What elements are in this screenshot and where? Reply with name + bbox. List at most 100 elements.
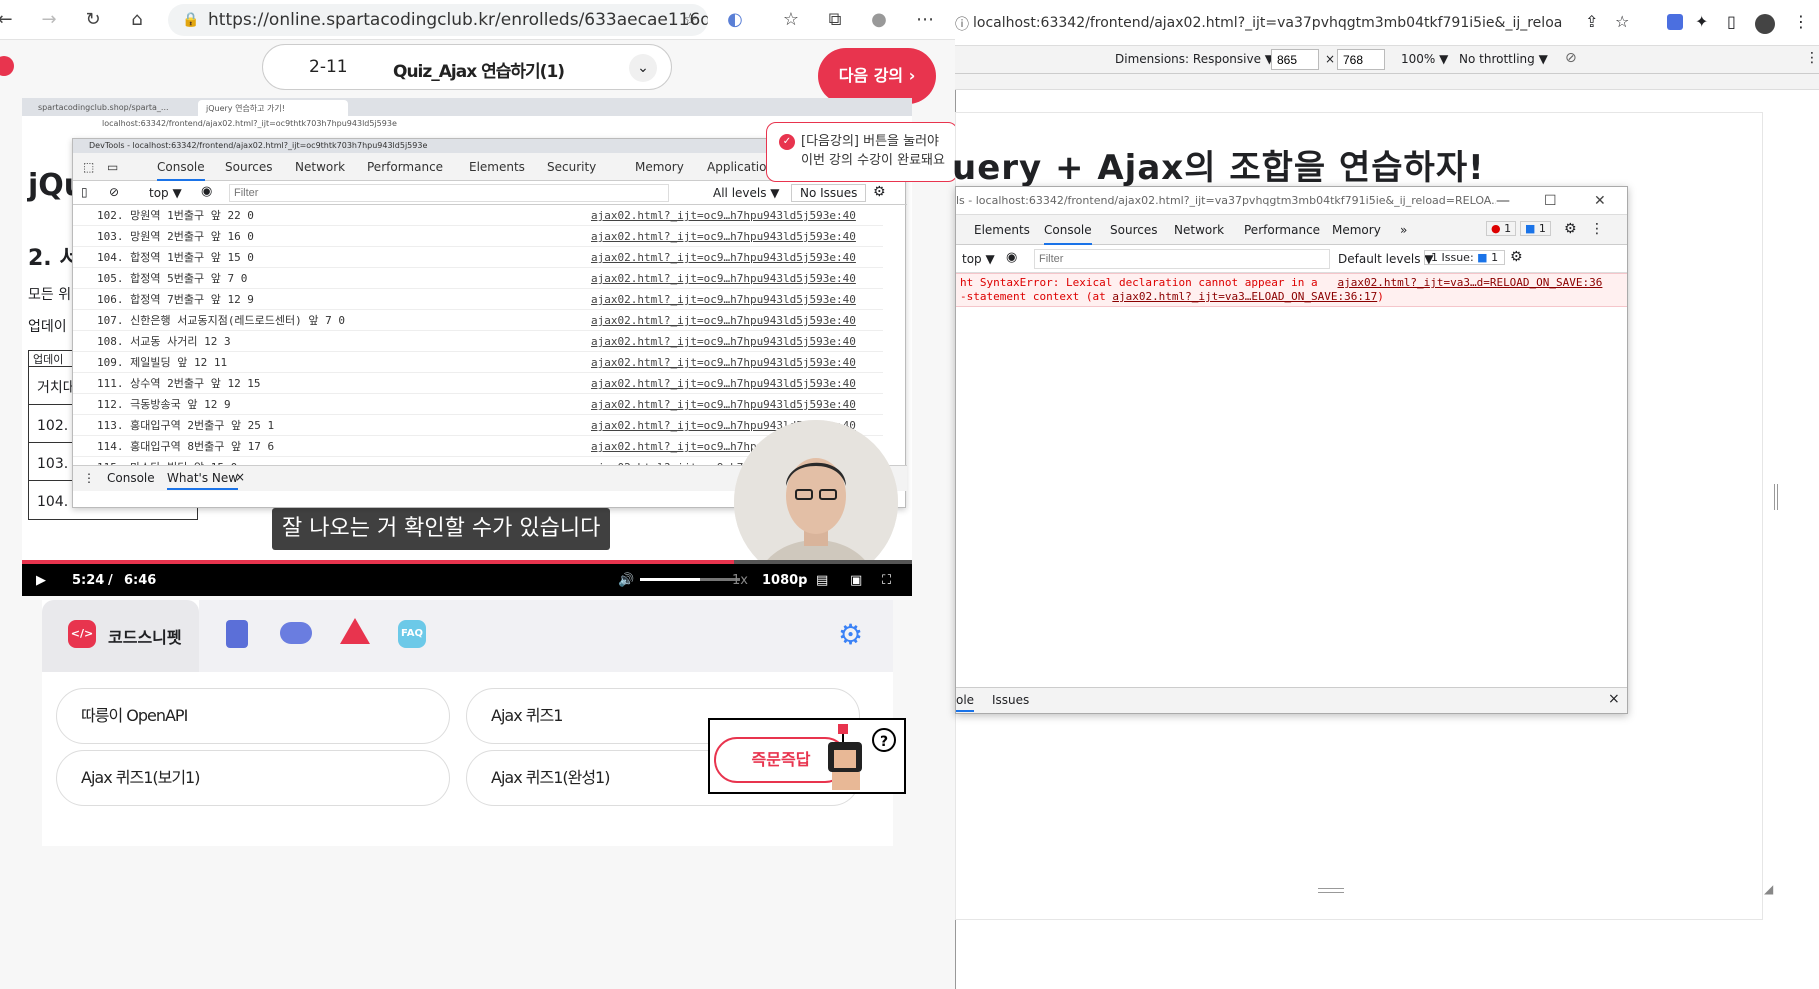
warning-icon[interactable] bbox=[340, 618, 370, 644]
console-log-source-link[interactable]: ajax02.html?_ijt=oc9…h7hpu943ld5j593e:40 bbox=[591, 331, 856, 352]
forward-icon[interactable]: → bbox=[38, 9, 60, 31]
tab-performance[interactable]: Performance bbox=[367, 160, 443, 174]
tab-network[interactable]: Network bbox=[295, 160, 345, 174]
settings-gear-icon[interactable]: ⚙ bbox=[838, 618, 863, 651]
speed-label[interactable]: 1x bbox=[732, 573, 748, 588]
drawer-tab-console[interactable]: Console bbox=[107, 471, 155, 485]
close-icon[interactable]: × bbox=[1608, 691, 1620, 707]
home-icon[interactable]: ⌂ bbox=[126, 9, 148, 31]
console-log-source-link[interactable]: ajax02.html?_ijt=oc9…h7hpu943ld5j593e:40 bbox=[591, 205, 856, 226]
resize-handle-bottom[interactable] bbox=[1318, 888, 1344, 893]
minimize-icon[interactable]: — bbox=[1496, 187, 1510, 215]
drawer-tab-whats-new[interactable]: What's New bbox=[167, 471, 239, 490]
favorites-icon[interactable]: ☆ bbox=[780, 9, 802, 31]
error-location-link[interactable]: ajax02.html?_ijt=va3…ELOAD_ON_SAVE:36:17 bbox=[1112, 290, 1377, 303]
video-progress-bar[interactable] bbox=[22, 560, 912, 564]
console-filter-input[interactable] bbox=[229, 184, 669, 202]
share-icon[interactable]: ⇪ bbox=[1585, 12, 1598, 31]
resize-handle-right[interactable] bbox=[1774, 484, 1778, 510]
collections-icon[interactable]: ⧉ bbox=[824, 9, 846, 31]
console-log-source-link[interactable]: ajax02.html?_ijt=oc9…h7hpu943ld5j593e:40 bbox=[591, 352, 856, 373]
inner-console-log[interactable]: 102. 망원역 1번출구 앞 22 0 ajax02.html?_ijt=oc9… bbox=[73, 205, 883, 465]
notes-icon[interactable] bbox=[226, 620, 248, 648]
right-url[interactable]: localhost:63342/frontend/ajax02.html?_ij… bbox=[973, 15, 1563, 31]
maximize-icon[interactable]: ☐ bbox=[1544, 187, 1557, 215]
gear-icon[interactable]: ⚙ bbox=[1564, 221, 1577, 237]
volume-icon[interactable]: 🔊 bbox=[618, 573, 634, 588]
tab-network[interactable]: Network bbox=[1174, 223, 1224, 237]
tab-application[interactable]: Application bbox=[707, 160, 774, 174]
drawer-tab-issues[interactable]: Issues bbox=[992, 693, 1029, 707]
message-count-badge[interactable]: ■ 1 bbox=[1520, 221, 1551, 236]
snippet-button-quiz1-view[interactable]: Ajax 퀴즈1(보기1) bbox=[56, 750, 450, 806]
error-count-badge[interactable]: ● 1 bbox=[1486, 221, 1517, 236]
sidepanel-icon[interactable]: ▯ bbox=[1727, 12, 1736, 31]
console-log-source-link[interactable]: ajax02.html?_ijt=oc9…h7hpu943ld5j593e:40 bbox=[591, 373, 856, 394]
width-input[interactable] bbox=[1271, 49, 1319, 70]
console-settings-icon[interactable]: ⚙ bbox=[1510, 249, 1523, 265]
fullscreen-icon[interactable]: ⛶ bbox=[882, 573, 891, 588]
kebab-menu-icon[interactable]: ⋮ bbox=[1793, 12, 1809, 31]
devtools-menu-icon[interactable]: ⋮ bbox=[1590, 221, 1604, 237]
menu-icon[interactable]: ⋯ bbox=[914, 9, 936, 31]
bookmark-star-icon[interactable]: ☆ bbox=[1615, 12, 1629, 31]
right-console-filter-input[interactable] bbox=[1034, 249, 1330, 269]
device-icon[interactable]: ▭ bbox=[107, 160, 118, 174]
star-icon[interactable]: ☆ bbox=[683, 4, 698, 36]
play-icon[interactable]: ▶ bbox=[36, 573, 46, 588]
drawer-tab-console[interactable]: ole bbox=[956, 693, 975, 712]
context-select[interactable]: top ▼ bbox=[149, 186, 182, 200]
quality-label[interactable]: 1080p bbox=[762, 573, 808, 588]
rotate-icon[interactable]: ⊘ bbox=[1565, 50, 1577, 66]
volume-slider[interactable] bbox=[640, 578, 740, 581]
tab-memory[interactable]: Memory bbox=[635, 160, 684, 174]
pip-icon[interactable]: ▣ bbox=[850, 573, 862, 588]
quick-answer-widget[interactable]: 즉문즉답 ? bbox=[708, 718, 906, 794]
issues-button[interactable]: No Issues bbox=[791, 184, 867, 202]
tab-elements[interactable]: Elements bbox=[469, 160, 525, 174]
context-select[interactable]: top ▼ bbox=[962, 252, 995, 266]
resize-corner-icon[interactable]: ◢ bbox=[1764, 882, 1773, 896]
issue-badge[interactable]: 1 Issue: ■ 1 bbox=[1424, 250, 1506, 265]
left-address-bar[interactable]: 🔒 https://online.spartacodingclub.kr/enr… bbox=[168, 4, 708, 36]
throttle-select[interactable]: No throttling ▼ bbox=[1459, 52, 1548, 66]
tab-memory[interactable]: Memory bbox=[1332, 223, 1381, 237]
console-log-source-link[interactable]: ajax02.html?_ijt=oc9…h7hpu943ld5j593e:40 bbox=[591, 247, 856, 268]
window-close-icon[interactable]: ✕ bbox=[1594, 187, 1606, 215]
tab-elements[interactable]: Elements bbox=[974, 223, 1030, 237]
next-lecture-button[interactable]: 다음 강의 › bbox=[818, 48, 936, 104]
reload-icon[interactable]: ↻ bbox=[82, 9, 104, 31]
dimensions-select[interactable]: Dimensions: Responsive ▼ bbox=[1115, 52, 1274, 66]
extension-icon[interactable]: ◐ bbox=[724, 9, 746, 31]
extension-blue-icon[interactable] bbox=[1667, 14, 1683, 30]
info-icon[interactable]: ⓘ bbox=[955, 14, 969, 34]
sidebar-toggle-icon[interactable]: ▯ bbox=[81, 185, 88, 199]
inspect-icon[interactable]: ⬚ bbox=[83, 160, 94, 174]
log-levels-select[interactable]: All levels ▼ bbox=[713, 186, 780, 200]
tab-sources[interactable]: Sources bbox=[1110, 223, 1157, 237]
zoom-select[interactable]: 100% ▼ bbox=[1401, 52, 1448, 66]
tab-performance[interactable]: Performance bbox=[1244, 223, 1320, 237]
drawer-menu-icon[interactable]: ⋮ bbox=[83, 471, 95, 485]
tab-console[interactable]: Console bbox=[1044, 223, 1092, 245]
snippet-button-openapi[interactable]: 따릉이 OpenAPI bbox=[56, 688, 450, 744]
eye-icon[interactable]: ◉ bbox=[201, 184, 212, 199]
close-icon[interactable]: × bbox=[235, 470, 245, 484]
device-menu-icon[interactable]: ⋮ bbox=[1805, 50, 1819, 66]
tab-sources[interactable]: Sources bbox=[225, 160, 272, 174]
chevron-down-icon[interactable]: ⌄ bbox=[629, 54, 657, 82]
faq-icon[interactable]: FAQ bbox=[398, 620, 426, 648]
eye-icon[interactable]: ◉ bbox=[1006, 250, 1017, 265]
captions-icon[interactable]: ▤ bbox=[816, 573, 828, 588]
lesson-selector[interactable]: 2-11 Quiz_Ajax 연습하기(1) ⌄ bbox=[262, 44, 672, 90]
more-tabs-icon[interactable]: » bbox=[1400, 223, 1407, 237]
tab-console[interactable]: Console bbox=[157, 160, 205, 181]
height-input[interactable] bbox=[1337, 49, 1385, 70]
profile-icon[interactable]: ● bbox=[868, 9, 890, 31]
clear-console-icon[interactable]: ⊘ bbox=[109, 185, 119, 199]
gear-icon[interactable]: ⚙ bbox=[873, 184, 886, 200]
chat-icon[interactable] bbox=[280, 622, 312, 644]
console-log-source-link[interactable]: ajax02.html?_ijt=oc9…h7hpu943ld5j593e:40 bbox=[591, 226, 856, 247]
default-levels-select[interactable]: Default levels ▼ bbox=[1338, 252, 1434, 266]
console-log-source-link[interactable]: ajax02.html?_ijt=oc9…h7hpu943ld5j593e:40 bbox=[591, 394, 856, 415]
